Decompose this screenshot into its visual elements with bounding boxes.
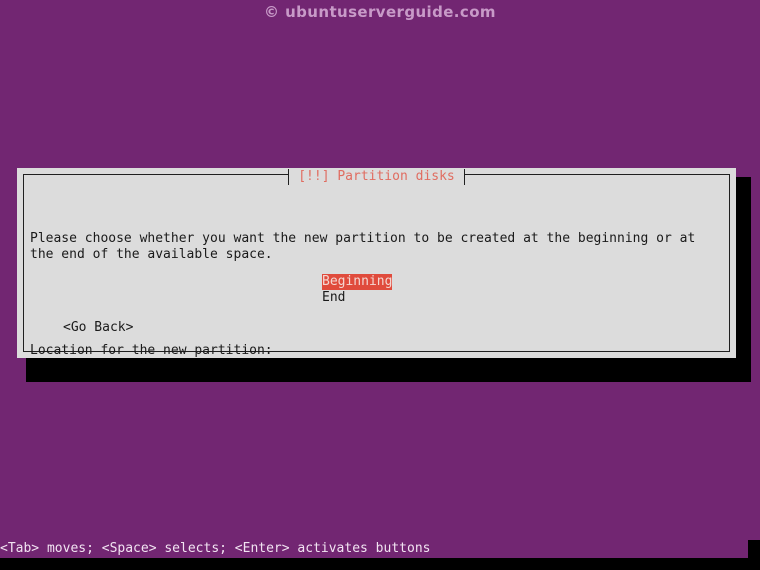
keyboard-hint-statusbar: <Tab> moves; <Space> selects; <Enter> ac… xyxy=(0,541,431,556)
option-row-end[interactable]: End xyxy=(322,290,392,306)
bottom-black-strip xyxy=(0,558,760,570)
terminal-screen: { "watermark": { "text": "© ubuntuserver… xyxy=(0,0,760,570)
dialog-paragraph: Please choose whether you want the new p… xyxy=(30,231,704,262)
dialog-prompt: Location for the new partition: xyxy=(30,343,273,358)
option-end[interactable]: End xyxy=(322,290,345,306)
location-option-list[interactable]: Beginning End xyxy=(322,274,393,306)
watermark-text: © ubuntuserverguide.com xyxy=(264,3,496,21)
option-beginning[interactable]: Beginning xyxy=(322,274,393,290)
terminal-cursor xyxy=(748,540,760,558)
option-row-beginning[interactable]: Beginning xyxy=(322,274,393,290)
go-back-button[interactable]: <Go Back> xyxy=(63,320,133,336)
